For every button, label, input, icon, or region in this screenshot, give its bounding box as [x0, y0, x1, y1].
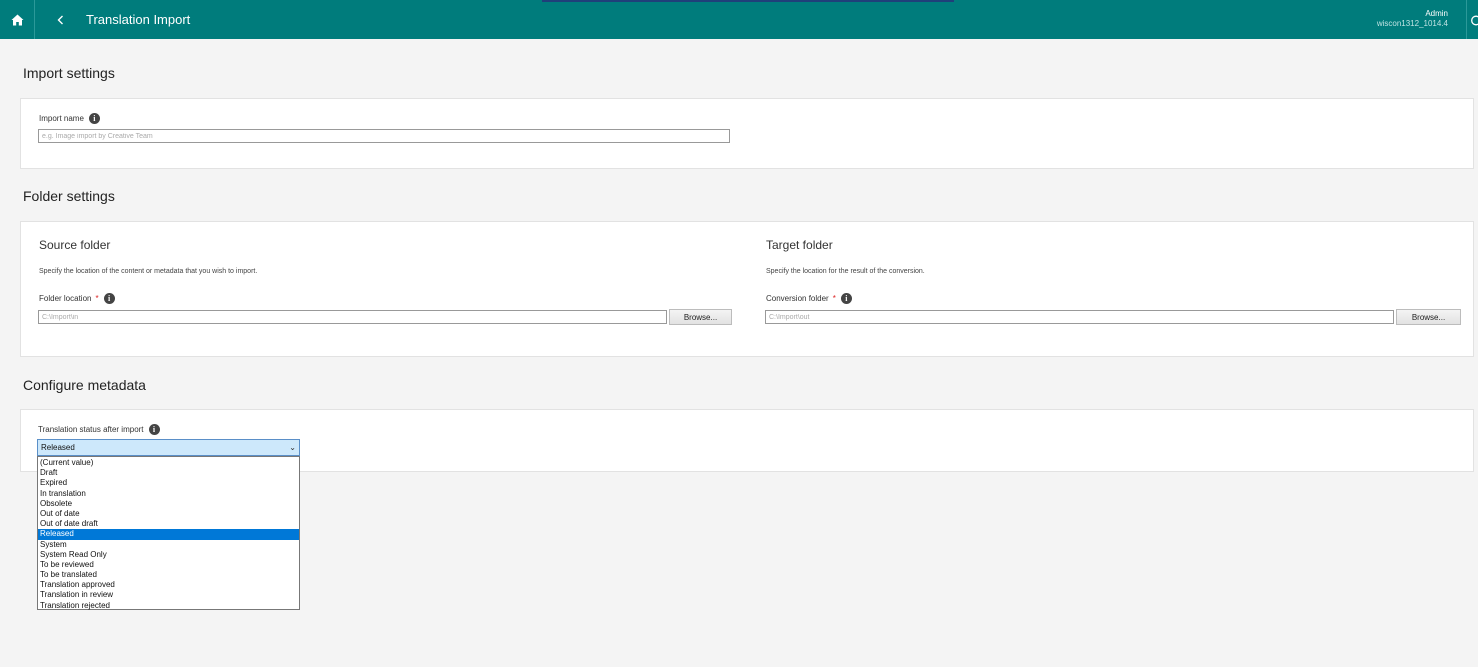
- target-folder-title: Target folder: [766, 238, 833, 252]
- server-name: wiscon1312_1014.4: [1376, 19, 1448, 28]
- configure-metadata-heading: Configure metadata: [23, 377, 146, 393]
- user-name: Admin: [1425, 9, 1448, 18]
- dropdown-option[interactable]: Released: [38, 529, 299, 540]
- dropdown-option[interactable]: (Current value): [38, 458, 299, 468]
- import-settings-heading: Import settings: [23, 65, 115, 81]
- translation-status-dropdown: (Current value) Draft Expired In translatio…: [37, 456, 300, 610]
- chevron-left-icon: [57, 15, 63, 24]
- user-info[interactable]: Admin wiscon1312_1014.4: [1377, 9, 1448, 29]
- dropdown-option[interactable]: To be translated: [38, 570, 299, 580]
- info-icon[interactable]: i: [840, 293, 852, 304]
- home-icon: [11, 14, 23, 25]
- home-button[interactable]: [0, 0, 35, 39]
- dropdown-option[interactable]: Expired: [38, 478, 299, 488]
- power-icon: [1471, 15, 1478, 25]
- dropdown-option[interactable]: In translation: [38, 489, 299, 499]
- folder-settings-card: Source folder Specify the location of th…: [20, 221, 1474, 357]
- conversion-folder-input[interactable]: [765, 310, 1394, 324]
- header-accent-bar: [542, 0, 954, 2]
- source-field-label-row: Folder location * i: [39, 293, 115, 304]
- conversion-folder-label: Conversion folder: [766, 294, 829, 303]
- info-icon[interactable]: i: [103, 293, 115, 304]
- source-browse-button[interactable]: Browse...: [669, 309, 732, 325]
- back-button[interactable]: [50, 0, 70, 39]
- target-field-label-row: Conversion folder * i: [766, 293, 852, 304]
- dropdown-option[interactable]: Obsolete: [38, 499, 299, 509]
- import-name-label-row: Import name i: [39, 113, 100, 124]
- source-folder-description: Specify the location of the content or m…: [39, 268, 258, 275]
- folder-settings-heading: Folder settings: [23, 188, 115, 204]
- dropdown-option[interactable]: To be reviewed: [38, 560, 299, 570]
- import-name-input[interactable]: [38, 129, 730, 143]
- dropdown-option[interactable]: Out of date draft: [38, 519, 299, 529]
- import-settings-card: Import name i: [20, 98, 1474, 169]
- info-icon[interactable]: i: [148, 424, 160, 435]
- status-label-row: Translation status after import i: [38, 424, 160, 435]
- logout-button[interactable]: [1467, 0, 1478, 39]
- required-marker: *: [832, 294, 836, 303]
- import-name-label: Import name: [39, 114, 84, 123]
- dropdown-option[interactable]: Translation rejected: [38, 601, 299, 611]
- folder-location-label: Folder location: [39, 294, 92, 303]
- dropdown-option[interactable]: Translation in review: [38, 590, 299, 600]
- source-folder-title: Source folder: [39, 238, 111, 252]
- chevron-down-icon: ⌄: [289, 443, 296, 452]
- dropdown-option[interactable]: Out of date: [38, 509, 299, 519]
- dropdown-option[interactable]: Draft: [38, 468, 299, 478]
- info-icon[interactable]: i: [88, 113, 100, 124]
- page-title: Translation Import: [86, 12, 191, 27]
- translation-status-select[interactable]: Released ⌄: [37, 439, 300, 456]
- selected-value: Released: [41, 443, 75, 452]
- translation-status-label: Translation status after import: [38, 425, 144, 434]
- dropdown-option[interactable]: Translation approved: [38, 580, 299, 590]
- dropdown-option[interactable]: System: [38, 540, 299, 550]
- required-marker: *: [95, 294, 99, 303]
- top-bar: Translation Import Admin wiscon1312_1014…: [0, 0, 1478, 39]
- dropdown-option[interactable]: System Read Only: [38, 550, 299, 560]
- target-folder-description: Specify the location for the result of t…: [766, 268, 925, 275]
- folder-location-input[interactable]: [38, 310, 667, 324]
- target-browse-button[interactable]: Browse...: [1396, 309, 1461, 325]
